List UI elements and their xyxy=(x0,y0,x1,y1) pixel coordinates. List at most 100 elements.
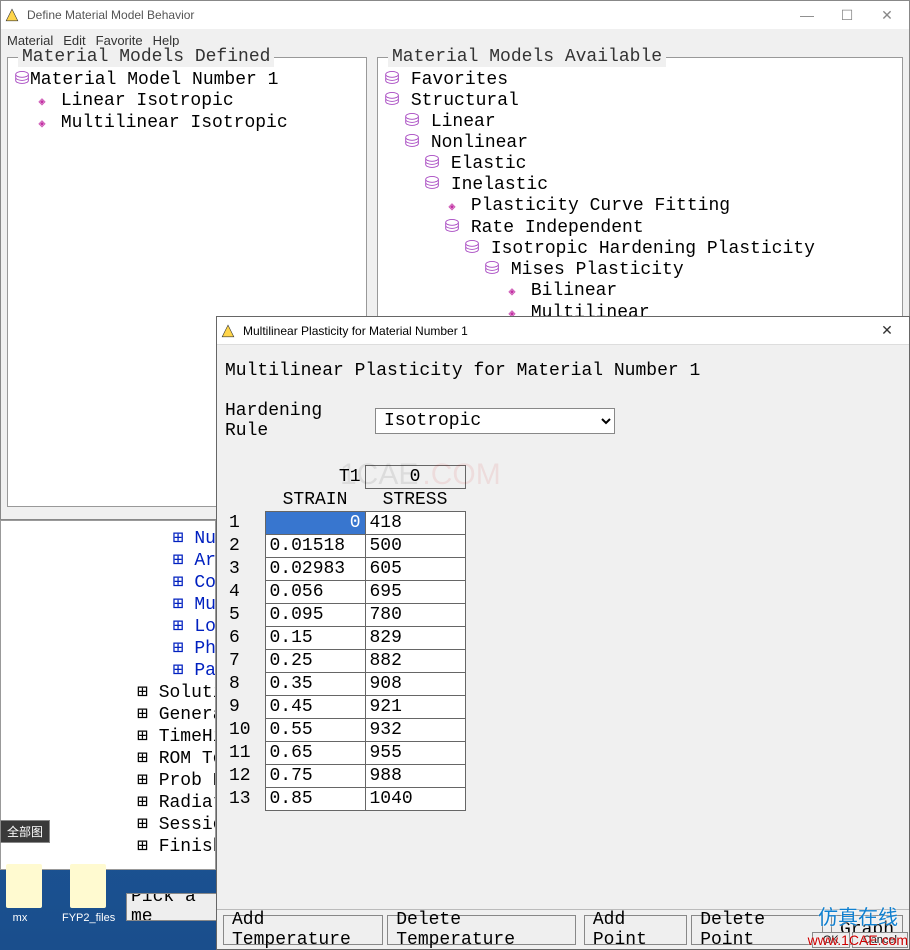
stress-cell[interactable]: 695 xyxy=(365,581,465,604)
tree-fragment-item[interactable]: ⊞ Physi xyxy=(137,637,215,659)
table-row: 80.35908 xyxy=(225,673,465,696)
stress-cell[interactable]: 921 xyxy=(365,696,465,719)
strain-cell[interactable]: 0.85 xyxy=(265,788,365,811)
tree-fragment-item[interactable]: ⊞ Genera xyxy=(137,703,215,725)
max-button[interactable]: ☐ xyxy=(827,3,867,27)
close-button[interactable]: ✕ xyxy=(867,3,907,27)
node-nonlinear[interactable]: ⛁ Nonlinear xyxy=(384,133,896,154)
stress-cell[interactable]: 605 xyxy=(365,558,465,581)
delete-point-button[interactable]: Delete Point xyxy=(691,915,823,945)
stress-cell[interactable]: 829 xyxy=(365,627,465,650)
folder-icon: ⛁ xyxy=(384,70,400,91)
row-number: 5 xyxy=(225,604,265,627)
strain-cell[interactable]: 0.02983 xyxy=(265,558,365,581)
t-value[interactable]: 0 xyxy=(365,466,465,489)
menu-favorite[interactable]: Favorite xyxy=(96,33,143,48)
strain-cell[interactable]: 0.25 xyxy=(265,650,365,673)
dialog-close-button[interactable]: ✕ xyxy=(867,319,907,343)
menu-material[interactable]: Material xyxy=(7,33,53,48)
stress-cell[interactable]: 780 xyxy=(365,604,465,627)
strain-cell[interactable]: 0.056 xyxy=(265,581,365,604)
node-bilinear[interactable]: ◈ Bilinear xyxy=(384,281,896,303)
row-number: 3 xyxy=(225,558,265,581)
strain-cell[interactable]: 0.75 xyxy=(265,765,365,788)
add-point-button[interactable]: Add Point xyxy=(584,915,687,945)
node-ihp[interactable]: ⛁ Isotropic Hardening Plasticity xyxy=(384,239,896,260)
diamond-icon: ◈ xyxy=(34,114,50,135)
strain-cell[interactable]: 0.55 xyxy=(265,719,365,742)
node-linear[interactable]: ⛁ Linear xyxy=(384,112,896,133)
desktop-label-2: FYP2_files xyxy=(62,912,112,924)
app-icon xyxy=(3,6,21,24)
stress-cell[interactable]: 932 xyxy=(365,719,465,742)
node-pcf[interactable]: ◈ Plasticity Curve Fitting xyxy=(384,196,896,218)
tree-fragment-item[interactable]: ⊞ Soluti xyxy=(137,681,215,703)
defined-linear-isotropic[interactable]: ◈ Linear Isotropic xyxy=(14,91,360,113)
node-elastic[interactable]: ⛁ Elastic xyxy=(384,154,896,175)
row-number: 2 xyxy=(225,535,265,558)
table-row: 20.01518500 xyxy=(225,535,465,558)
stress-cell[interactable]: 418 xyxy=(365,512,465,535)
desktop-label-1: mx xyxy=(0,912,40,924)
delete-temperature-button[interactable]: Delete Temperature xyxy=(387,915,576,945)
node-structural[interactable]: ⛁ Structural xyxy=(384,91,896,112)
tree-fragment-item[interactable]: ⊞ ROM To xyxy=(137,747,215,769)
tree-fragment-item[interactable]: ⊞ Archi xyxy=(137,549,215,571)
defined-model-label: Material Model Number 1 xyxy=(30,70,278,90)
stress-cell[interactable]: 988 xyxy=(365,765,465,788)
dialog-title: Multilinear Plasticity for Material Numb… xyxy=(243,324,867,338)
tree-fragment-item[interactable]: ⊞ Radiat xyxy=(137,791,215,813)
add-temperature-button[interactable]: Add Temperature xyxy=(223,915,383,945)
stress-cell[interactable]: 500 xyxy=(365,535,465,558)
diamond-icon: ◈ xyxy=(34,92,50,113)
folder-icon: ⛁ xyxy=(14,70,30,91)
strain-cell[interactable]: 0.35 xyxy=(265,673,365,696)
tree-fragment-item[interactable]: ⊞ Coupl xyxy=(137,571,215,593)
hardening-select[interactable]: Isotropic xyxy=(375,408,615,434)
table-row: 130.851040 xyxy=(225,788,465,811)
row-number: 7 xyxy=(225,650,265,673)
tree-fragment-item[interactable]: ⊞ Prob D xyxy=(137,769,215,791)
menu-help[interactable]: Help xyxy=(153,33,180,48)
tree-fragment-item[interactable]: ⊞ Multi xyxy=(137,593,215,615)
tree-fragment-item[interactable]: ⊞ Numbe xyxy=(137,527,215,549)
table-row: 120.75988 xyxy=(225,765,465,788)
strain-cell[interactable]: 0.01518 xyxy=(265,535,365,558)
tree-fragment-item[interactable]: ⊞ TimeHi xyxy=(137,725,215,747)
strain-cell[interactable]: 0.15 xyxy=(265,627,365,650)
node-rate-independent[interactable]: ⛁ Rate Independent xyxy=(384,218,896,239)
node-inelastic[interactable]: ⛁ Inelastic xyxy=(384,175,896,196)
stress-cell[interactable]: 908 xyxy=(365,673,465,696)
min-button[interactable]: — xyxy=(787,3,827,27)
dialog-heading: Multilinear Plasticity for Material Numb… xyxy=(225,361,901,381)
tree-fragment-item[interactable]: ⊞ Path xyxy=(137,659,215,681)
desktop-tab[interactable]: 全部图 xyxy=(0,820,50,843)
stress-cell[interactable]: 955 xyxy=(365,742,465,765)
menu-edit[interactable]: Edit xyxy=(63,33,85,48)
row-number: 8 xyxy=(225,673,265,696)
node-favorites[interactable]: ⛁ Favorites xyxy=(384,70,896,91)
strain-cell[interactable]: 0.45 xyxy=(265,696,365,719)
strain-cell[interactable]: 0 xyxy=(265,512,365,535)
defined-model-row[interactable]: ⛁Material Model Number 1 xyxy=(14,70,360,91)
row-number: 9 xyxy=(225,696,265,719)
defined-multilinear-isotropic[interactable]: ◈ Multilinear Isotropic xyxy=(14,113,360,135)
stress-cell[interactable]: 1040 xyxy=(365,788,465,811)
desktop-folder-icon[interactable] xyxy=(70,864,106,908)
tree-fragment-item[interactable]: ⊞ Loads xyxy=(137,615,215,637)
row-number: 13 xyxy=(225,788,265,811)
node-mises[interactable]: ⛁ Mises Plasticity xyxy=(384,260,896,281)
tree-fragment-item[interactable]: ⊞ Finish xyxy=(137,835,215,857)
desktop-folder-icon[interactable] xyxy=(6,864,42,908)
stress-cell[interactable]: 882 xyxy=(365,650,465,673)
table-row: 100.55932 xyxy=(225,719,465,742)
table-row: 10418 xyxy=(225,512,465,535)
plasticity-table: T1 0 STRAIN STRESS 1041820.0151850030.02… xyxy=(225,465,466,811)
strain-cell[interactable]: 0.65 xyxy=(265,742,365,765)
table-row: 40.056695 xyxy=(225,581,465,604)
tree-fragment-item[interactable]: ⊞ Sessio xyxy=(137,813,215,835)
background-tree-fragment: ⊞ Numbe ⊞ Archi ⊞ Coupl ⊞ Multi ⊞ Loads … xyxy=(0,520,216,870)
diamond-icon: ◈ xyxy=(504,282,520,303)
strain-cell[interactable]: 0.095 xyxy=(265,604,365,627)
table-row: 90.45921 xyxy=(225,696,465,719)
